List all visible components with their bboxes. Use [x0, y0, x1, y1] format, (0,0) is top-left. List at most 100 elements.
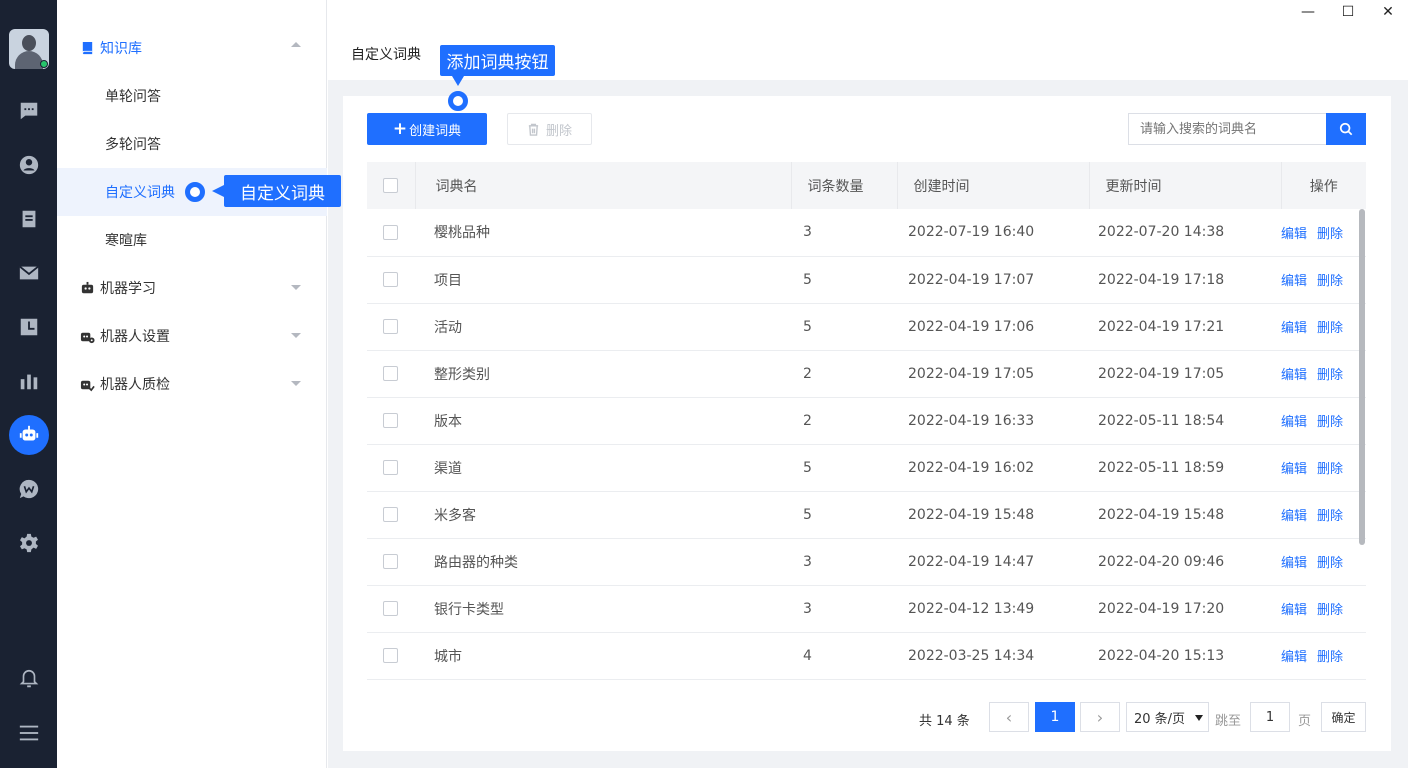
page-suffix: 页 [1298, 714, 1312, 729]
delete-link[interactable]: 删除 [1317, 509, 1343, 524]
delete-link[interactable]: 删除 [1317, 321, 1343, 336]
search-button[interactable] [1326, 113, 1366, 145]
edit-link[interactable]: 编辑 [1281, 556, 1307, 571]
edit-link[interactable]: 编辑 [1281, 603, 1307, 618]
menu-machine-learning-label: 机器学习 [100, 281, 156, 297]
menu-knowledge-base[interactable]: 知识库 [57, 24, 327, 72]
cell-updated: 2022-04-19 17:21 [1089, 303, 1281, 351]
cell-count: 2 [791, 397, 897, 445]
row-checkbox[interactable] [383, 413, 398, 428]
cell-name: 项目 [415, 256, 791, 304]
bar-chart-icon[interactable] [14, 366, 44, 396]
row-checkbox[interactable] [383, 224, 398, 240]
row-checkbox[interactable] [383, 507, 398, 522]
select-all-checkbox[interactable] [383, 178, 398, 193]
delete-link[interactable]: 删除 [1317, 556, 1343, 571]
cell-updated: 2022-04-19 15:48 [1089, 491, 1281, 539]
row-checkbox[interactable] [383, 460, 398, 475]
delete-link[interactable]: 删除 [1317, 368, 1343, 383]
cell-actions: 编辑 删除 [1281, 397, 1366, 445]
table-row: 路由器的种类 3 2022-04-19 14:47 2022-04-20 09:46 编… [367, 538, 1366, 586]
edit-link[interactable]: 编辑 [1281, 650, 1307, 665]
jump-confirm-button[interactable]: 确定 [1321, 702, 1366, 732]
cell-actions: 编辑 删除 [1281, 632, 1366, 680]
row-checkbox[interactable] [383, 272, 398, 287]
cell-count: 3 [791, 585, 897, 633]
row-select-cell [367, 585, 415, 633]
table-row: 城市 4 2022-03-25 14:34 2022-04-20 15:13 编辑 删除 [367, 632, 1366, 680]
cell-updated: 2022-04-20 15:13 [1089, 632, 1281, 680]
cell-name: 渠道 [415, 444, 791, 492]
chevron-down-icon [291, 333, 301, 338]
clipboard-icon[interactable] [14, 204, 44, 234]
edit-link[interactable]: 编辑 [1281, 227, 1307, 242]
robot-icon[interactable] [9, 415, 49, 455]
delete-link[interactable]: 删除 [1317, 462, 1343, 477]
delete-link[interactable]: 删除 [1317, 415, 1343, 430]
chat-icon[interactable] [14, 96, 44, 126]
cell-created: 2022-04-19 17:07 [897, 256, 1089, 304]
dropdown-arrow-icon [1195, 715, 1203, 721]
row-checkbox[interactable] [383, 554, 398, 569]
page-size-select[interactable]: 20 条/页 [1126, 702, 1209, 732]
menu-robot-qc[interactable]: 机器人质检 [57, 360, 327, 408]
edit-link[interactable]: 编辑 [1281, 274, 1307, 289]
cell-actions: 编辑 删除 [1281, 585, 1366, 633]
minimize-button[interactable]: — [1288, 0, 1328, 24]
prev-page-button[interactable]: ‹ [989, 702, 1029, 732]
row-checkbox[interactable] [383, 319, 398, 334]
robot-small-icon [80, 280, 96, 296]
menu-item-greetings[interactable]: 寒暄库 [57, 216, 327, 264]
edit-link[interactable]: 编辑 [1281, 509, 1307, 524]
callout-pointer [212, 185, 224, 197]
tab-custom-dictionary[interactable]: 自定义词典 [351, 44, 421, 64]
clock-icon[interactable] [14, 312, 44, 342]
menu-item-multi-qa[interactable]: 多轮问答 [57, 120, 327, 168]
maximize-button[interactable]: ☐ [1328, 0, 1368, 24]
wechat-icon[interactable] [14, 474, 44, 504]
table-scrollbar[interactable] [1359, 209, 1365, 545]
edit-link[interactable]: 编辑 [1281, 415, 1307, 430]
cell-actions: 编辑 删除 [1281, 209, 1366, 257]
edit-link[interactable]: 编辑 [1281, 368, 1307, 383]
cell-name: 银行卡类型 [415, 585, 791, 633]
delete-link[interactable]: 删除 [1317, 227, 1343, 242]
header-updated: 更新时间 [1089, 162, 1282, 209]
cell-updated: 2022-05-11 18:54 [1089, 397, 1281, 445]
mail-icon[interactable] [14, 258, 44, 288]
hamburger-menu-icon[interactable] [14, 718, 44, 748]
row-checkbox[interactable] [383, 601, 398, 616]
row-checkbox[interactable] [383, 648, 398, 663]
edit-link[interactable]: 编辑 [1281, 462, 1307, 477]
page-1-button[interactable]: 1 [1035, 702, 1075, 732]
row-select-cell [367, 632, 415, 680]
gear-icon[interactable] [14, 528, 44, 558]
cell-created: 2022-04-19 14:47 [897, 538, 1089, 586]
create-dictionary-button[interactable]: + 创建词典 [367, 113, 487, 145]
cell-count: 5 [791, 444, 897, 492]
row-checkbox[interactable] [383, 366, 398, 381]
cell-updated: 2022-04-19 17:18 [1089, 256, 1281, 304]
table-row: 版本 2 2022-04-19 16:33 2022-05-11 18:54 编辑 删除 [367, 397, 1366, 445]
menu-robot-settings[interactable]: 机器人设置 [57, 312, 327, 360]
cell-updated: 2022-04-19 17:05 [1089, 350, 1281, 398]
next-page-button[interactable]: › [1080, 702, 1120, 732]
menu-machine-learning[interactable]: 机器学习 [57, 264, 327, 312]
menu-knowledge-base-label: 知识库 [100, 41, 142, 57]
user-icon[interactable] [14, 150, 44, 180]
delete-link[interactable]: 删除 [1317, 650, 1343, 665]
delete-link[interactable]: 删除 [1317, 603, 1343, 618]
delete-button[interactable]: 删除 [507, 113, 592, 145]
bell-icon[interactable] [14, 664, 44, 694]
search-input[interactable] [1128, 113, 1327, 145]
cell-created: 2022-04-19 17:05 [897, 350, 1089, 398]
jump-page-input[interactable] [1250, 702, 1290, 732]
table-row: 米多客 5 2022-04-19 15:48 2022-04-19 15:48 编辑 删除 [367, 491, 1366, 539]
cell-updated: 2022-07-20 14:38 [1089, 209, 1281, 257]
header-actions: 操作 [1281, 162, 1366, 209]
close-button[interactable]: ✕ [1368, 0, 1408, 24]
delete-link[interactable]: 删除 [1317, 274, 1343, 289]
edit-link[interactable]: 编辑 [1281, 321, 1307, 336]
menu-item-single-qa[interactable]: 单轮问答 [57, 72, 327, 120]
row-select-cell [367, 397, 415, 445]
